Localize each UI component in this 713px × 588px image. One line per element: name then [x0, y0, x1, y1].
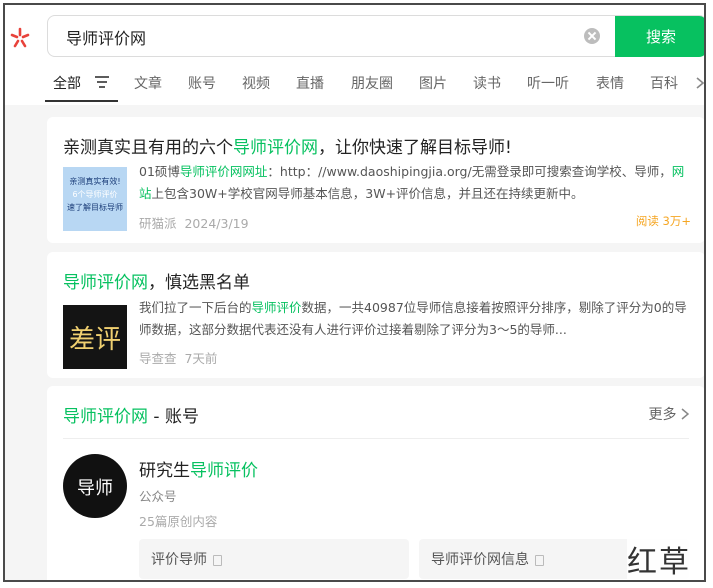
filter-icon[interactable] [95, 76, 109, 88]
tab-reading[interactable]: 读书 [473, 73, 501, 93]
chevron-right-icon [681, 408, 690, 420]
tab-live[interactable]: 直播 [296, 73, 324, 93]
thumb-line: 速了解目标导师 [67, 203, 123, 212]
read-count: 阅读 3万+ [635, 214, 691, 228]
account-name[interactable]: 研究生导师评价 [139, 456, 258, 481]
result-date: 2024/3/19 [184, 216, 249, 231]
result-thumbnail[interactable]: 亲测真实有效! 6个导师评价 速了解目标导师 [63, 167, 127, 231]
tab-encyclopedia[interactable]: 百科 [650, 73, 678, 93]
result-title[interactable]: 导师评价网，慎选黑名单 [63, 268, 250, 293]
result-snippet: 01硕博导师评价网网址：http：//www.daoshipingjia.org… [139, 164, 685, 201]
tab-bar: 全部 文章 账号 视频 直播 朋友圈 图片 读书 听一听 表情 百科 [5, 63, 705, 106]
thumb-line: 亲测真实有效! [69, 177, 121, 186]
divider [63, 438, 689, 439]
result-snippet: 我们拉了一下后台的导师评价数据，一共40987位导师信息接着按照评分排序，剔除了… [139, 300, 687, 337]
clear-search-icon[interactable] [584, 28, 600, 44]
thumb-line: 6个导师评价 [72, 190, 118, 199]
account-section-title: 导师评价网 - 账号 [63, 407, 199, 427]
result-card-article[interactable]: 亲测真实且有用的六个导师评价网，让你快速了解目标导师! 亲测真实有效! 6个导师… [47, 117, 704, 243]
tabs-scroll-right-icon[interactable] [695, 77, 705, 89]
result-meta: 研猫派 2024/3/19 [139, 213, 249, 232]
page-icon [535, 554, 544, 566]
weixin-search-logo-icon[interactable] [9, 27, 31, 49]
result-source[interactable]: 导查查 [139, 351, 177, 366]
active-tab-indicator [45, 100, 118, 102]
tab-images[interactable]: 图片 [419, 73, 447, 93]
tab-videos[interactable]: 视频 [242, 73, 270, 93]
account-menu-chip[interactable]: 评价导师 [139, 539, 409, 579]
account-article-count: 25篇原创内容 [139, 514, 218, 529]
watermark: 红草 [627, 537, 691, 580]
thumb-text: 差评 [68, 325, 121, 355]
tab-accounts[interactable]: 账号 [188, 73, 216, 93]
avatar-text: 导师 [77, 478, 113, 499]
page-icon [213, 554, 222, 566]
results-list: 亲测真实且有用的六个导师评价网，让你快速了解目标导师! 亲测真实有效! 6个导师… [5, 105, 704, 580]
tab-listen[interactable]: 听一听 [527, 73, 569, 93]
account-section: 导师评价网 - 账号 更多 导师 研究生导师评价 公众号 25篇原创内容 评价导… [47, 386, 704, 580]
tab-moments[interactable]: 朋友圈 [351, 73, 393, 93]
result-thumbnail[interactable]: 差评 [63, 305, 127, 369]
tab-all[interactable]: 全部 [53, 73, 81, 93]
result-date: 7天前 [184, 351, 218, 366]
search-input[interactable] [64, 24, 548, 50]
result-source[interactable]: 研猫派 [139, 216, 177, 231]
result-title[interactable]: 亲测真实且有用的六个导师评价网，让你快速了解目标导师! [63, 133, 512, 158]
search-button[interactable]: 搜索 [615, 16, 704, 57]
tab-articles[interactable]: 文章 [134, 73, 162, 93]
search-box [47, 15, 704, 57]
more-accounts-link[interactable]: 更多 [649, 404, 690, 424]
account-type: 公众号 [139, 489, 177, 504]
tab-stickers[interactable]: 表情 [596, 73, 624, 93]
result-meta: 导查查 7天前 [139, 348, 217, 367]
app-window: 搜索 全部 文章 账号 视频 直播 朋友圈 图片 读书 听一听 表情 百科 亲测… [3, 3, 706, 582]
result-card-article[interactable]: 导师评价网，慎选黑名单 差评 我们拉了一下后台的导师评价数据，一共40987位导… [47, 252, 704, 378]
account-avatar[interactable]: 导师 [63, 454, 127, 518]
